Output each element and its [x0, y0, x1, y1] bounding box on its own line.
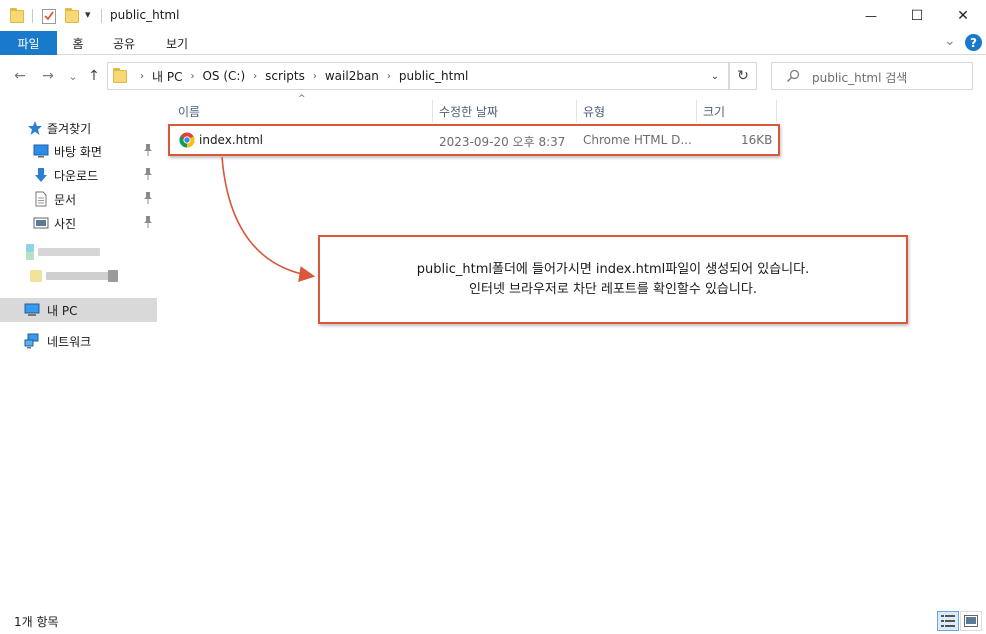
large-icons-view-button[interactable] — [960, 611, 982, 631]
annotation-line-1: public_html폴더에 들어가시면 index.html파일이 생성되어 … — [416, 261, 810, 277]
annotation-line-2: 인터넷 브라우저로 차단 레포트를 확인할수 있습니다. — [469, 281, 757, 297]
details-view-button[interactable] — [937, 611, 959, 631]
annotation-callout: public_html폴더에 들어가시면 index.html파일이 생성되어 … — [318, 235, 908, 324]
item-count: 1개 항목 — [14, 615, 59, 629]
large-icons-view-icon — [964, 615, 978, 627]
details-view-icon — [941, 615, 955, 627]
